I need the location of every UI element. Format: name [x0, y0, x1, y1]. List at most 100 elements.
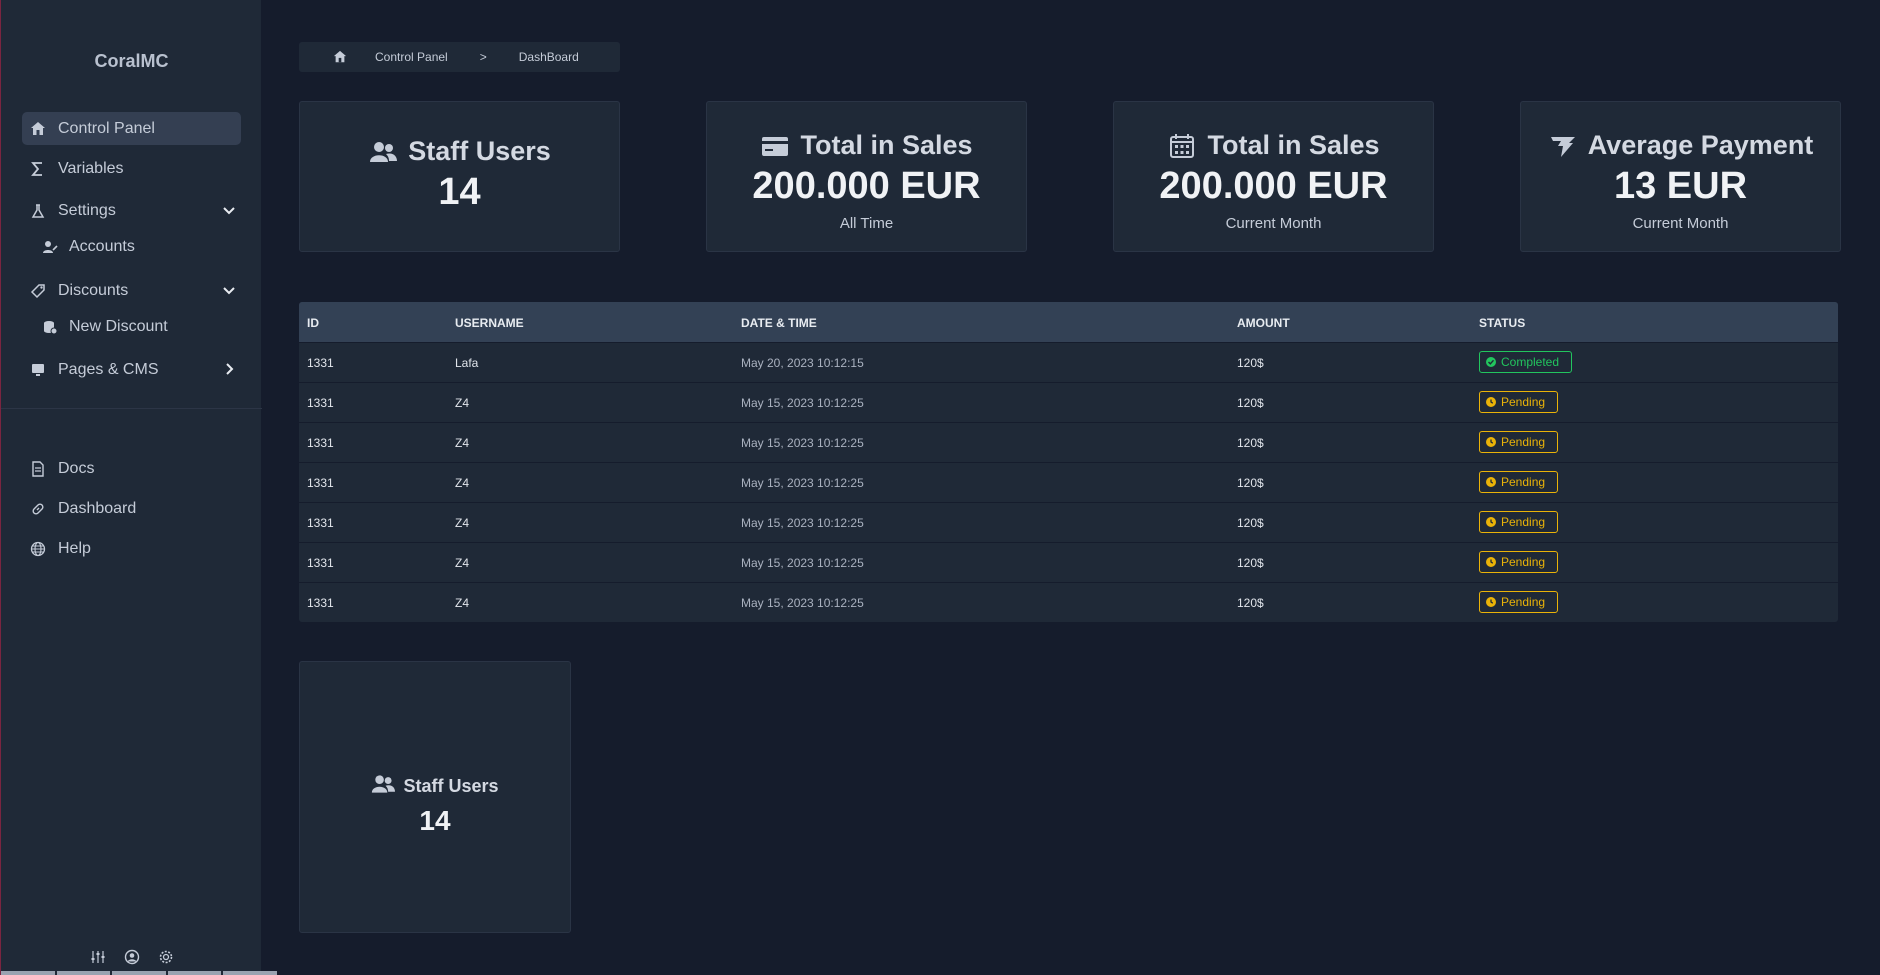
- table-row[interactable]: 1331 Z4 May 15, 2023 10:12:25 120$ Pending: [299, 382, 1838, 422]
- stat-card-total-sales-all-time: Total in Sales 200.000 EUR All Time: [706, 101, 1027, 252]
- flask-icon: [29, 202, 47, 220]
- stat-card-subtitle: All Time: [839, 215, 894, 232]
- stat-card-value: 200.000 EUR: [1159, 165, 1388, 207]
- sidebar-item-label: Variables: [58, 159, 124, 177]
- status-badge: Pending: [1479, 511, 1559, 533]
- table-row[interactable]: 1331 Z4 May 15, 2023 10:12:25 120$ Pending: [299, 422, 1838, 462]
- stat-card-title: Staff Users: [408, 136, 551, 166]
- table-row[interactable]: 1331 Z4 May 15, 2023 10:12:25 120$ Pending: [299, 582, 1838, 622]
- cell-amount: 120$: [1237, 476, 1264, 490]
- table-row[interactable]: 1331 Lafa May 20, 2023 10:12:15 120$ Complet…: [299, 342, 1838, 382]
- user-edit-icon: [41, 238, 59, 256]
- cell-id: 1331: [307, 556, 334, 570]
- stat-card-title-row: Staff Users: [300, 136, 619, 167]
- cell-amount: 120$: [1237, 356, 1264, 370]
- check-circle-icon: [1486, 357, 1496, 367]
- clock-icon: [1486, 477, 1496, 487]
- sidebar-divider: [1, 408, 262, 409]
- status-badge: Pending: [1479, 591, 1559, 613]
- stat-card-value: 14: [419, 805, 451, 836]
- status-badge: Pending: [1479, 471, 1559, 493]
- sidebar-item-help[interactable]: Help: [22, 532, 241, 565]
- cell-datetime: May 15, 2023 10:12:25: [741, 556, 864, 570]
- sidebar-item-label: Help: [58, 539, 91, 557]
- table-header: ID USERNAME DATE & TIME AMOUNT STATUS: [299, 302, 1838, 342]
- coins-icon: [41, 318, 59, 336]
- column-header-status[interactable]: STATUS: [1479, 316, 1525, 330]
- cell-username: Z4: [455, 436, 470, 450]
- sidebar-item-settings[interactable]: Settings: [22, 194, 241, 227]
- table-body: 1331 Lafa May 20, 2023 10:12:15 120$ Complet…: [299, 342, 1838, 622]
- stat-card-title: Average Payment: [1587, 130, 1814, 160]
- column-header-amount[interactable]: AMOUNT: [1237, 316, 1290, 330]
- users-icon: [368, 137, 398, 167]
- status-badge-label: Pending: [1501, 435, 1546, 449]
- cell-id: 1331: [307, 476, 334, 490]
- cell-username: Z4: [455, 516, 470, 530]
- status-badge: Pending: [1479, 551, 1559, 573]
- status-badge: Pending: [1479, 391, 1559, 413]
- status-badge: Pending: [1479, 431, 1559, 453]
- sliders-icon[interactable]: [89, 948, 107, 966]
- globe-icon: [29, 540, 47, 558]
- stat-card-total-sales-month: Total in Sales 200.000 EUR Current Month: [1113, 101, 1434, 252]
- stat-card-title: Total in Sales: [1207, 130, 1380, 160]
- flag-icon: [1548, 131, 1578, 161]
- cell-amount: 120$: [1237, 556, 1264, 570]
- sidebar-footer: [1, 948, 262, 968]
- status-badge-label: Completed: [1501, 355, 1560, 369]
- user-circle-icon[interactable]: [123, 948, 141, 966]
- home-icon: [29, 120, 47, 138]
- cell-amount: 120$: [1237, 436, 1264, 450]
- cell-id: 1331: [307, 396, 334, 410]
- sidebar-item-dashboard[interactable]: Dashboard: [22, 492, 241, 525]
- stat-card-subtitle: Current Month: [1632, 215, 1729, 232]
- chevron-down-icon[interactable]: [221, 282, 237, 298]
- sidebar-item-pages-cms[interactable]: Pages & CMS: [22, 353, 241, 386]
- stat-card-value: 14: [438, 171, 481, 213]
- column-header-datetime[interactable]: DATE & TIME: [741, 316, 817, 330]
- stat-card-value: 200.000 EUR: [752, 165, 981, 207]
- cell-username: Z4: [455, 596, 470, 610]
- table-row[interactable]: 1331 Z4 May 15, 2023 10:12:25 120$ Pending: [299, 462, 1838, 502]
- cell-username: Lafa: [455, 356, 479, 370]
- users-icon: [371, 772, 396, 801]
- sidebar-item-label: Settings: [58, 201, 116, 219]
- chevron-down-icon[interactable]: [221, 202, 237, 218]
- breadcrumb-item-control-panel[interactable]: Control Panel: [375, 50, 448, 64]
- chevron-right-icon[interactable]: [221, 361, 237, 377]
- sidebar-item-new-discount[interactable]: New Discount: [41, 312, 241, 342]
- gear-icon[interactable]: [157, 948, 175, 966]
- cell-username: Z4: [455, 396, 470, 410]
- sidebar: CoralMC Control Panel Variables Settings: [0, 0, 277, 975]
- sidebar-item-accounts[interactable]: Accounts: [41, 232, 241, 262]
- stat-card-staff-users: Staff Users 14: [299, 101, 620, 252]
- table-row[interactable]: 1331 Z4 May 15, 2023 10:12:25 120$ Pending: [299, 542, 1838, 582]
- app: CoralMC Control Panel Variables Settings: [0, 0, 1880, 975]
- tag-icon: [29, 282, 47, 300]
- stat-card-title-row: Staff Users: [300, 772, 570, 801]
- sidebar-item-control-panel[interactable]: Control Panel: [22, 112, 241, 145]
- clock-icon: [1486, 517, 1496, 527]
- column-header-username[interactable]: USERNAME: [455, 316, 524, 330]
- breadcrumb-separator: >: [479, 50, 487, 64]
- home-icon[interactable]: [333, 50, 347, 64]
- link-icon: [29, 500, 47, 518]
- cell-amount: 120$: [1237, 516, 1264, 530]
- taskbar-strip: [1, 971, 277, 975]
- sidebar-item-docs[interactable]: Docs: [22, 452, 241, 485]
- cell-username: Z4: [455, 556, 470, 570]
- column-header-id[interactable]: ID: [307, 316, 319, 330]
- sidebar-item-label: Discounts: [58, 281, 129, 299]
- sidebar-item-discounts[interactable]: Discounts: [22, 274, 241, 307]
- sidebar-item-label: Dashboard: [58, 499, 137, 517]
- cell-datetime: May 15, 2023 10:12:25: [741, 396, 864, 410]
- sidebar-item-label: Docs: [58, 459, 95, 477]
- cell-id: 1331: [307, 596, 334, 610]
- staff-users-card-small: Staff Users 14: [299, 661, 571, 933]
- brand-logo[interactable]: CoralMC: [1, 51, 262, 72]
- cell-id: 1331: [307, 436, 334, 450]
- sidebar-item-variables[interactable]: Variables: [22, 152, 241, 185]
- table-row[interactable]: 1331 Z4 May 15, 2023 10:12:25 120$ Pending: [299, 502, 1838, 542]
- sigma-icon: [29, 160, 47, 178]
